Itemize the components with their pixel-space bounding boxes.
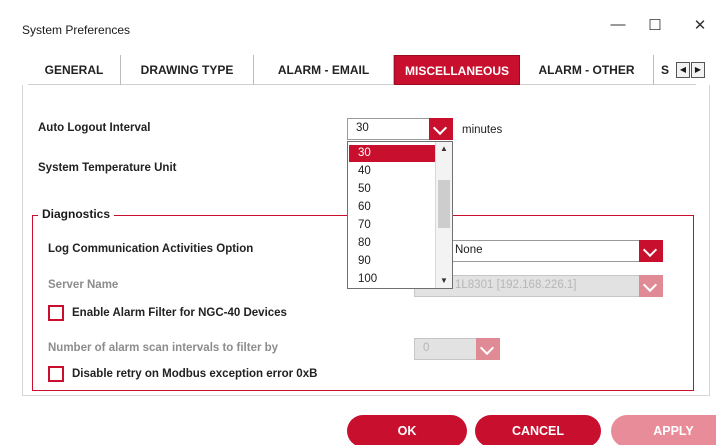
scrollbar-thumb[interactable] [438, 180, 450, 228]
auto-logout-dropdown-list[interactable]: 30 40 50 60 70 80 90 100 ▲ ▼ [347, 141, 453, 289]
temperature-unit-label: System Temperature Unit [38, 162, 177, 174]
disable-retry-label: Disable retry on Modbus exception error … [72, 368, 318, 380]
dropdown-option[interactable]: 90 [349, 253, 435, 270]
tab-overflow[interactable]: S [654, 55, 676, 85]
chevron-down-icon[interactable] [476, 338, 500, 360]
title-bar: System Preferences — ☐ ✕ [0, 0, 716, 46]
dropdown-option[interactable]: 100 [349, 271, 435, 288]
chevron-down-icon[interactable] [639, 240, 663, 262]
dropdown-option[interactable]: 80 [349, 235, 435, 252]
ok-button[interactable]: OK [347, 415, 467, 445]
dropdown-option[interactable]: 60 [349, 199, 435, 216]
tab-drawing-type[interactable]: DRAWING TYPE [121, 55, 254, 85]
chevron-down-icon[interactable] [639, 275, 663, 297]
alarm-filter-label: Enable Alarm Filter for NGC-40 Devices [72, 307, 287, 319]
auto-logout-value: 30 [356, 122, 369, 134]
server-name-label: Server Name [48, 279, 119, 291]
alarm-scan-value: 0 [423, 342, 430, 354]
alarm-filter-checkbox[interactable] [48, 305, 64, 321]
tab-general[interactable]: GENERAL [28, 55, 121, 85]
apply-button[interactable]: APPLY [611, 415, 716, 445]
tab-bar: GENERAL DRAWING TYPE ALARM - EMAIL MISCE… [28, 55, 705, 85]
tab-scroll-left-icon[interactable]: ◀ [676, 62, 690, 78]
close-icon[interactable]: ✕ [685, 16, 715, 36]
tab-alarm-email[interactable]: ALARM - EMAIL [254, 55, 394, 85]
scroll-up-icon[interactable]: ▲ [440, 144, 448, 153]
tab-miscellaneous[interactable]: MISCELLANEOUS [394, 55, 520, 85]
tab-scroll-right-icon[interactable]: ▶ [691, 62, 705, 78]
cancel-button[interactable]: CANCEL [475, 415, 601, 445]
scroll-down-icon[interactable]: ▼ [440, 276, 448, 285]
dropdown-option[interactable]: 30 [349, 145, 435, 162]
dropdown-option[interactable]: 70 [349, 217, 435, 234]
auto-logout-unit: minutes [462, 124, 503, 136]
tab-alarm-other[interactable]: ALARM - OTHER [520, 55, 654, 85]
auto-logout-label: Auto Logout Interval [38, 122, 151, 134]
alarm-scan-select[interactable]: 0 [414, 338, 500, 360]
dropdown-option[interactable]: 40 [349, 163, 435, 180]
log-communication-label: Log Communication Activities Option [48, 243, 254, 255]
diagnostics-title: Diagnostics [38, 207, 115, 221]
auto-logout-select[interactable]: 30 [347, 118, 453, 140]
window-title: System Preferences [22, 23, 131, 37]
disable-retry-checkbox[interactable] [48, 366, 64, 382]
dropdown-scrollbar[interactable]: ▲ ▼ [435, 142, 452, 288]
dropdown-option[interactable]: 50 [349, 181, 435, 198]
alarm-scan-label: Number of alarm scan intervals to filter… [48, 342, 279, 354]
maximize-icon[interactable]: ☐ [640, 16, 670, 36]
minimize-icon[interactable]: — [603, 16, 633, 36]
chevron-down-icon[interactable] [429, 118, 453, 140]
